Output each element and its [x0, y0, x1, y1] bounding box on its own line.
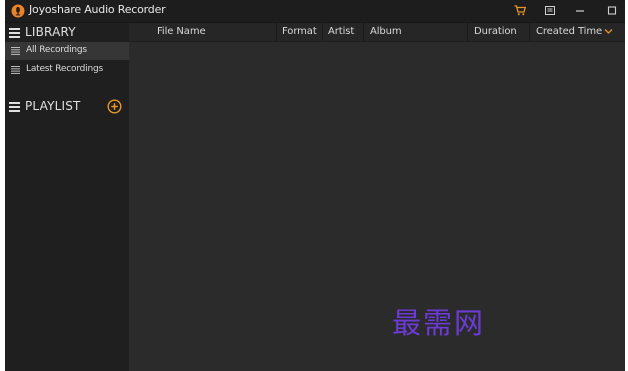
sidebar-item-latest-recordings[interactable]: Latest Recordings	[5, 61, 129, 79]
column-artist[interactable]: Artist	[328, 26, 354, 37]
library-menu-icon	[9, 28, 20, 38]
recordings-table: File Name Format Artist Album Duration C…	[129, 23, 625, 371]
cart-icon	[514, 5, 526, 16]
title-bar: Joyoshare Audio Recorder	[5, 0, 625, 23]
watermark: 最需网	[392, 306, 486, 340]
sidebar: LIBRARY All Recordings Latest Recordings	[5, 23, 129, 371]
menu-button[interactable]	[537, 0, 563, 22]
column-duration[interactable]: Duration	[474, 26, 517, 37]
column-format[interactable]: Format	[282, 26, 317, 37]
column-created-time[interactable]: Created Time	[536, 26, 602, 37]
library-header[interactable]: LIBRARY	[5, 24, 129, 42]
playlist-menu-icon	[9, 102, 20, 112]
sidebar-item-label: Latest Recordings	[26, 64, 103, 74]
minimize-icon	[576, 10, 584, 12]
cart-button[interactable]	[507, 0, 533, 22]
column-divider[interactable]	[276, 23, 277, 41]
column-album[interactable]: Album	[370, 26, 402, 37]
maximize-icon	[607, 6, 617, 15]
column-file-name[interactable]: File Name	[157, 26, 206, 37]
menu-icon	[545, 6, 555, 15]
list-icon	[11, 47, 20, 55]
library-label: LIBRARY	[25, 25, 76, 39]
column-divider[interactable]	[322, 23, 323, 41]
column-divider[interactable]	[363, 23, 364, 41]
column-divider[interactable]	[529, 23, 530, 41]
app-window: Joyoshare Audio Recorder LIBRARY All Rec…	[5, 0, 625, 371]
table-header: File Name Format Artist Album Duration C…	[129, 23, 625, 42]
add-circle-icon[interactable]	[107, 99, 122, 114]
sidebar-item-label: All Recordings	[26, 45, 87, 55]
maximize-button[interactable]	[599, 0, 625, 22]
sidebar-item-all-recordings[interactable]: All Recordings	[5, 42, 129, 60]
column-divider[interactable]	[467, 23, 468, 41]
window-title: Joyoshare Audio Recorder	[29, 3, 166, 16]
playlist-label: PLAYLIST	[25, 99, 81, 113]
list-icon	[11, 66, 20, 74]
app-logo-icon	[11, 4, 25, 18]
minimize-button[interactable]	[567, 0, 593, 22]
chevron-down-icon[interactable]	[604, 28, 613, 35]
